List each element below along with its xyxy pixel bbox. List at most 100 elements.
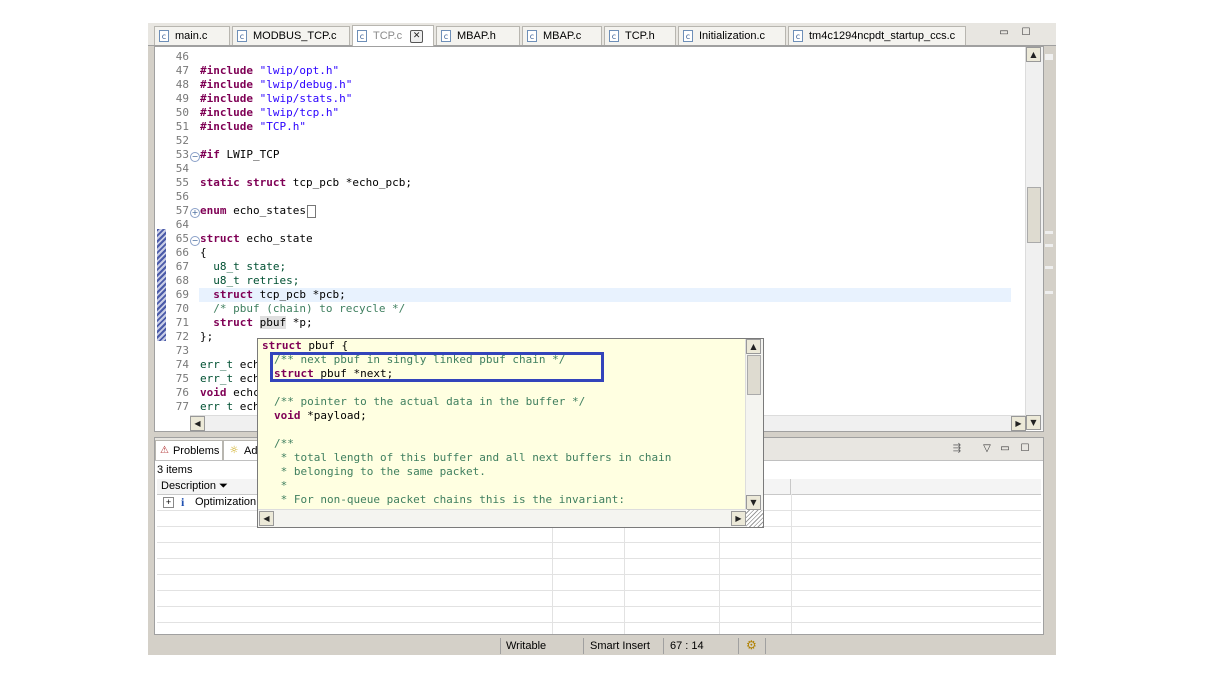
tab-tcp-c[interactable]: c TCP.c ✕	[352, 25, 434, 46]
hover-popup[interactable]: struct pbuf { /** next pbuf in singly li…	[257, 338, 764, 528]
code-line: #include "lwip/debug.h"	[200, 78, 353, 91]
popup-line: * belonging to the same packet.	[274, 465, 486, 478]
status-writable: Writable	[506, 640, 547, 652]
code-line: enum echo_states	[200, 204, 316, 218]
table-row	[157, 607, 1041, 623]
table-row	[157, 575, 1041, 591]
line-number: 73	[175, 344, 189, 357]
scroll-up-icon[interactable]: ▲	[746, 339, 761, 354]
fold-collapse-icon[interactable]: −	[190, 152, 200, 162]
tab-label: TCP.c	[373, 30, 403, 42]
scroll-down-icon[interactable]: ▼	[1026, 415, 1041, 430]
annotation-ruler	[155, 47, 167, 431]
highlight-box	[270, 352, 604, 382]
line-number: 77	[175, 400, 189, 413]
overview-ruler[interactable]	[1044, 46, 1054, 430]
code-line: #include "lwip/opt.h"	[200, 64, 340, 77]
maximize-icon[interactable]: ☐	[1020, 27, 1032, 39]
code-line: {	[200, 246, 207, 259]
line-number: 68	[175, 274, 189, 287]
tab-label: Initialization.c	[699, 30, 766, 42]
overview-marker	[1045, 291, 1053, 294]
status-cursor-position: 67 : 14	[670, 640, 704, 652]
scroll-thumb[interactable]	[1027, 187, 1041, 243]
code-line: static struct tcp_pcb *echo_pcb;	[200, 176, 412, 189]
overview-marker	[1045, 54, 1053, 60]
popup-vertical-scrollbar[interactable]: ▲ ▼	[745, 339, 763, 511]
code-line: #include "lwip/stats.h"	[200, 92, 353, 105]
scroll-right-icon[interactable]: ▶	[1011, 416, 1026, 431]
overview-marker	[1045, 231, 1053, 234]
code-line: u8_t retries;	[213, 274, 300, 287]
editor-vertical-scrollbar[interactable]: ▲ ▼	[1025, 47, 1043, 430]
tab-label: MBAP.h	[457, 30, 496, 42]
status-separator	[765, 638, 766, 654]
code-line: #if LWIP_TCP	[200, 148, 280, 161]
line-number: 54	[175, 162, 189, 175]
popup-line: * For non-queue packet chains this is th…	[274, 493, 625, 506]
expand-icon[interactable]: +	[163, 497, 174, 508]
status-separator	[500, 638, 501, 654]
fold-expand-icon[interactable]: +	[190, 208, 200, 218]
tab-mbap-h[interactable]: c MBAP.h	[436, 26, 520, 45]
line-number: 67	[175, 260, 189, 273]
tab-problems[interactable]: ⚠ Problems	[155, 440, 223, 460]
column-divider	[791, 494, 792, 634]
popup-horizontal-scrollbar[interactable]: ◀ ▶	[258, 509, 747, 527]
code-line: struct tcp_pcb *pcb;	[213, 288, 346, 301]
scroll-left-icon[interactable]: ◀	[259, 511, 274, 526]
scroll-left-icon[interactable]: ◀	[190, 416, 205, 431]
popup-line: /**	[274, 437, 294, 450]
code-line: u8_t state;	[213, 260, 287, 273]
code-line: };	[200, 330, 214, 343]
code-line: err t ech	[200, 400, 260, 413]
close-icon[interactable]: ✕	[410, 29, 424, 43]
tab-startup-ccs-c[interactable]: c tm4c1294ncpdt_startup_ccs.c	[788, 26, 966, 45]
line-number: 51	[175, 120, 189, 133]
minimize-icon[interactable]: ▭	[999, 443, 1011, 455]
lightbulb-icon: ☼	[229, 444, 239, 456]
status-insert-mode[interactable]: Smart Insert	[590, 639, 650, 653]
c-file-icon: c	[237, 30, 247, 42]
popup-line: struct pbuf {	[262, 339, 349, 352]
tab-modbus-tcp-c[interactable]: c MODBUS_TCP.c	[232, 26, 350, 45]
scroll-thumb[interactable]	[747, 355, 761, 395]
progress-icon[interactable]: ⚙	[746, 638, 757, 652]
overview-marker	[1045, 266, 1053, 269]
fold-collapse-icon[interactable]: −	[190, 236, 200, 246]
status-bar: Writable Smart Insert 67 : 14 ⚙	[148, 636, 1056, 655]
filter-icon[interactable]: ⇶	[951, 443, 963, 455]
status-separator	[663, 638, 664, 654]
tab-label: Ad	[244, 444, 258, 457]
tab-label: main.c	[175, 30, 208, 42]
tab-label: TCP.h	[625, 30, 655, 42]
code-line: err_t ech	[200, 372, 260, 385]
info-icon: i	[181, 495, 185, 509]
scroll-down-icon[interactable]: ▼	[746, 495, 761, 510]
code-line: err_t ech	[200, 358, 260, 371]
minimize-icon[interactable]: ▭	[998, 27, 1010, 39]
line-number: 50	[175, 106, 189, 119]
tab-initialization-c[interactable]: c Initialization.c	[678, 26, 786, 45]
maximize-icon[interactable]: ☐	[1019, 443, 1031, 455]
ruler-marker	[157, 229, 166, 341]
tab-main-c[interactable]: c main.c	[154, 26, 230, 45]
scroll-right-icon[interactable]: ▶	[731, 511, 746, 526]
line-number: 74	[175, 358, 189, 371]
tab-mbap-c[interactable]: c MBAP.c	[522, 26, 602, 45]
line-number: 56	[175, 190, 189, 203]
status-separator	[583, 638, 584, 654]
table-row	[157, 527, 1041, 543]
tab-tcp-h[interactable]: c TCP.h	[604, 26, 676, 45]
problems-icon: ⚠	[160, 444, 169, 456]
line-number: 55	[175, 176, 189, 189]
code-line: struct echo_state	[200, 232, 313, 245]
view-menu-icon[interactable]: ▽	[981, 443, 993, 455]
line-number: 46	[175, 50, 189, 63]
folded-block-icon[interactable]	[306, 204, 316, 218]
line-number: 49	[175, 92, 189, 105]
resize-grip-icon[interactable]	[746, 510, 763, 527]
line-number: 48	[175, 78, 189, 91]
line-number: 52	[175, 134, 189, 147]
scroll-up-icon[interactable]: ▲	[1026, 47, 1041, 62]
